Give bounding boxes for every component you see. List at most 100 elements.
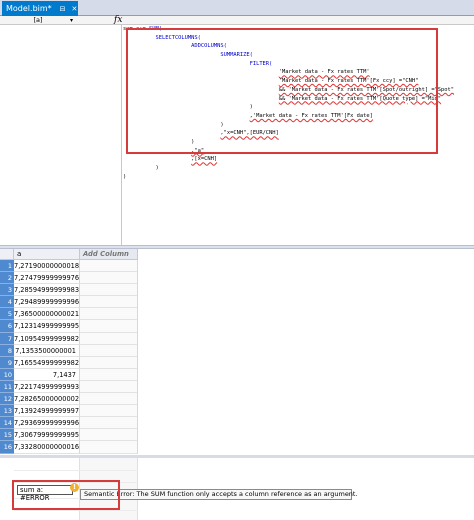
code-token: ) xyxy=(123,173,127,180)
code-line[interactable]: ,"a" xyxy=(123,147,473,156)
table-row[interactable]: 6 7,12314999999995 xyxy=(0,320,138,333)
row-number[interactable]: 9 xyxy=(0,356,14,369)
table-row[interactable]: 16 7,33280000000016 xyxy=(0,441,138,454)
row-number[interactable]: 8 xyxy=(0,344,14,357)
code-line[interactable]: ,[x=CNH] xyxy=(123,155,473,164)
warning-icon[interactable]: ! xyxy=(70,483,79,492)
cell-a[interactable]: 7,12314999999995 xyxy=(14,320,80,333)
code-line[interactable]: FILTER( xyxy=(123,60,473,69)
code-line[interactable]: ) xyxy=(123,121,473,130)
cell-a[interactable]: 7,27479999999976 xyxy=(14,272,80,285)
code-line[interactable]: 'Market data - Fx rates TTM' xyxy=(123,68,473,77)
close-icon[interactable]: ✕ xyxy=(72,5,78,13)
table-row[interactable]: 15 7,30679999999995 xyxy=(0,429,138,442)
cell-add-column[interactable] xyxy=(80,296,138,309)
table-row[interactable]: 10 7,1437 xyxy=(0,368,138,381)
cell-a[interactable]: 7,13924999999997 xyxy=(14,405,80,418)
row-number[interactable]: 5 xyxy=(0,308,14,321)
table-row[interactable]: 11 7,22174999999993 xyxy=(0,380,138,394)
table-row[interactable]: 4 7,29489999999996 xyxy=(0,296,138,309)
code-token: ,[x=CNH] xyxy=(191,156,218,163)
row-number[interactable]: 14 xyxy=(0,417,14,430)
document-tab[interactable]: Model.bim* ⊟ ✕ xyxy=(2,1,78,16)
row-number[interactable]: 1 xyxy=(0,260,14,273)
code-line[interactable]: 'Market data - Fx rates TTM'[Fx ccy] ="C… xyxy=(123,77,473,86)
table-row[interactable]: 5 7,36500000000021 xyxy=(0,308,138,321)
name-box[interactable]: [a] xyxy=(6,16,70,25)
cell-add-column[interactable] xyxy=(80,356,138,369)
cell-add-column[interactable] xyxy=(80,368,138,381)
measure-cell[interactable]: sum a: #ERROR xyxy=(17,485,73,502)
row-number[interactable]: 7 xyxy=(0,332,14,345)
select-all-corner[interactable] xyxy=(0,249,14,260)
cell-add-column[interactable] xyxy=(80,344,138,357)
table-row[interactable]: 7 7,10954999999982 xyxy=(0,332,138,345)
cell-add-column[interactable] xyxy=(80,308,138,321)
table-row[interactable]: 13 7,13924999999997 xyxy=(0,405,138,418)
column-header-a[interactable]: a xyxy=(14,249,80,260)
row-number[interactable]: 3 xyxy=(0,284,14,297)
table-row[interactable]: 14 7,29369999999996 xyxy=(0,417,138,430)
pin-icon[interactable]: ⊟ xyxy=(60,5,66,13)
cell-a[interactable]: 7,1353500000001 xyxy=(14,344,80,357)
row-number[interactable]: 15 xyxy=(0,429,14,442)
code-line[interactable]: ,'Market data - Fx rates TTM'[Fx date] xyxy=(123,112,473,121)
cell-a[interactable]: 7,27190000000018 xyxy=(14,260,80,273)
table-row[interactable]: 9 7,16554999999982 xyxy=(0,356,138,369)
code-token: sum a:= xyxy=(123,26,149,32)
code-line[interactable]: ) xyxy=(123,138,473,147)
row-number[interactable]: 2 xyxy=(0,272,14,285)
table-row[interactable]: 8 7,1353500000001 xyxy=(0,344,138,357)
code-line[interactable]: ) xyxy=(123,164,473,173)
code-line[interactable]: && 'Market data - Fx rates TTM'[Quote ty… xyxy=(123,95,473,104)
add-column-header[interactable]: Add Column xyxy=(80,249,138,260)
dax-code[interactable]: sum a:= SUM( SELECTCOLUMNS( ADDCOLUMNS( … xyxy=(123,25,473,181)
cell-add-column[interactable] xyxy=(80,380,138,394)
row-number[interactable]: 13 xyxy=(0,405,14,418)
code-line[interactable]: SUMMARIZE( xyxy=(123,51,473,60)
code-line[interactable]: && 'Market data - Fx rates TTM'[Spot/out… xyxy=(123,86,473,95)
code-line[interactable]: ,"x=CNH",[EUR/CNH] xyxy=(123,129,473,138)
table-row[interactable]: 12 7,28265000000002 xyxy=(0,393,138,406)
cell-a[interactable]: 7,28594999999983 xyxy=(14,284,80,297)
cell-a[interactable]: 7,22174999999993 xyxy=(14,380,80,394)
table-row[interactable]: 2 7,27479999999976 xyxy=(0,272,138,285)
cell-add-column[interactable] xyxy=(80,405,138,418)
table-row[interactable]: 1 7,27190000000018 xyxy=(0,260,138,273)
code-line[interactable]: SELECTCOLUMNS( xyxy=(123,34,473,43)
code-line[interactable]: sum a:= SUM( xyxy=(123,25,473,34)
cell-add-column[interactable] xyxy=(80,332,138,345)
cell-add-column[interactable] xyxy=(80,417,138,430)
row-number[interactable]: 11 xyxy=(0,380,14,394)
row-number[interactable]: 16 xyxy=(0,441,14,454)
cell-a[interactable]: 7,36500000000021 xyxy=(14,308,80,321)
cell-a[interactable]: 7,16554999999982 xyxy=(14,356,80,369)
cell-a[interactable]: 7,33280000000016 xyxy=(14,441,80,454)
row-number[interactable]: 12 xyxy=(0,393,14,406)
row-number[interactable]: 6 xyxy=(0,320,14,333)
chevron-down-icon[interactable]: ▾ xyxy=(70,17,73,24)
code-line[interactable]: ADDCOLUMNS( xyxy=(123,42,473,51)
cell-add-column[interactable] xyxy=(80,260,138,273)
formula-editor[interactable]: sum a:= SUM( SELECTCOLUMNS( ADDCOLUMNS( … xyxy=(0,25,474,245)
code-line[interactable]: ) xyxy=(123,173,473,182)
cell-a[interactable]: 7,1437 xyxy=(14,368,80,381)
code-token: ,'Market data - Fx rates TTM'[Fx date] xyxy=(249,112,373,119)
code-line[interactable]: ) xyxy=(123,103,473,112)
row-number[interactable]: 10 xyxy=(0,368,14,381)
cell-a[interactable]: 7,29369999999996 xyxy=(14,417,80,430)
table-row[interactable]: 3 7,28594999999983 xyxy=(0,284,138,297)
cell-add-column[interactable] xyxy=(80,429,138,442)
cell-a[interactable]: 7,10954999999982 xyxy=(14,332,80,345)
cell-add-column[interactable] xyxy=(80,320,138,333)
cell-a[interactable]: 7,29489999999996 xyxy=(14,296,80,309)
cell-add-column[interactable] xyxy=(80,441,138,454)
cell-add-column[interactable] xyxy=(80,393,138,406)
cell-a[interactable]: 7,28265000000002 xyxy=(14,393,80,406)
row-number[interactable]: 4 xyxy=(0,296,14,309)
code-token: && 'Market data - Fx rates TTM'[Spot/out… xyxy=(278,86,455,93)
cell-a[interactable]: 7,30679999999995 xyxy=(14,429,80,442)
cell-add-column[interactable] xyxy=(80,272,138,285)
cell-add-column[interactable] xyxy=(80,284,138,297)
